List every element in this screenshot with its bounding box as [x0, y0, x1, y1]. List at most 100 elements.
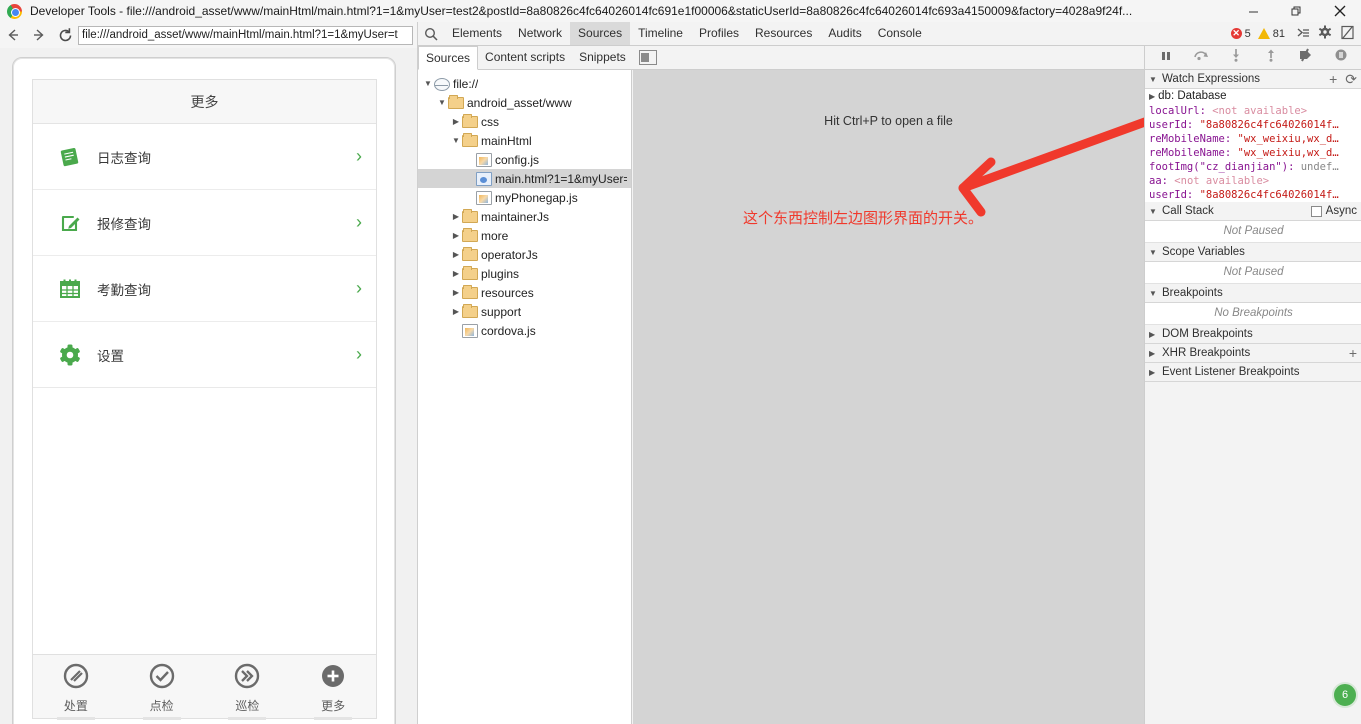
tree-row[interactable]: cordova.js	[418, 321, 631, 340]
chevron-right-icon[interactable]: ▶	[450, 302, 462, 321]
chevron-right-icon[interactable]: ▶	[450, 264, 462, 283]
watch-expression-row[interactable]: localUrl: <not available>	[1145, 104, 1361, 118]
chevron-right-icon: ▶	[1149, 348, 1156, 358]
list-item-log-query[interactable]: 日志查询 ›	[33, 124, 376, 190]
console-drawer-icon[interactable]	[1292, 26, 1314, 42]
tree-row[interactable]: myPhonegap.js	[418, 188, 631, 207]
minimize-button[interactable]	[1232, 0, 1275, 22]
tree-row[interactable]: ▼ file://	[418, 74, 631, 93]
tab-timeline[interactable]: Timeline	[630, 22, 691, 45]
tree-row[interactable]: config.js	[418, 150, 631, 169]
gear-icon[interactable]	[1314, 25, 1336, 42]
step-out-button[interactable]	[1261, 48, 1281, 67]
watch-expression-name: footImg("cz_dianjian"):	[1149, 161, 1301, 173]
phone-content-empty-area	[33, 388, 376, 654]
refresh-watch-expressions-button[interactable]: ⟳	[1345, 72, 1357, 86]
chevron-right-icon[interactable]: ▶	[450, 283, 462, 302]
add-watch-expression-button[interactable]: +	[1329, 72, 1337, 86]
tree-node-label: android_asset/www	[467, 95, 572, 110]
chevron-right-icon[interactable]: ▶	[450, 245, 462, 264]
tree-row[interactable]: ▶ more	[418, 226, 631, 245]
watch-expression-row[interactable]: footImg("cz_dianjian"): undef…	[1145, 160, 1361, 174]
async-checkbox[interactable]	[1310, 205, 1322, 217]
sources-tab-sources[interactable]: Sources	[418, 45, 479, 70]
tab-console[interactable]: Console	[870, 22, 930, 45]
window-controls	[1232, 0, 1361, 22]
tree-row[interactable]: ▶ css	[418, 112, 631, 131]
pause-resume-button[interactable]	[1156, 49, 1176, 67]
tab-sources[interactable]: Sources	[570, 22, 631, 45]
section-header-dom-breakpoints[interactable]: ▶ DOM Breakpoints	[1145, 325, 1361, 344]
sources-tab-snippets[interactable]: Snippets	[572, 46, 633, 69]
error-badge[interactable]: ✕ 5	[1230, 28, 1251, 40]
tab-resources[interactable]: Resources	[747, 22, 820, 45]
section-header-scope-variables[interactable]: ▼ Scope Variables	[1145, 243, 1361, 262]
back-button[interactable]	[0, 22, 26, 48]
list-item-attendance-query[interactable]: 考勤查询 ›	[33, 256, 376, 322]
section-title: Watch Expressions	[1162, 73, 1260, 85]
search-icon[interactable]	[418, 27, 444, 41]
tree-row[interactable]: ▶ support	[418, 302, 631, 321]
chevron-down-icon[interactable]: ▼	[450, 131, 462, 150]
reload-button[interactable]	[52, 22, 78, 48]
add-xhr-breakpoint-button[interactable]: +	[1349, 346, 1357, 360]
tab-patrol[interactable]: 巡检	[205, 661, 291, 720]
tab-audits[interactable]: Audits	[820, 22, 869, 45]
list-item-settings[interactable]: 设置 ›	[33, 322, 376, 388]
list-item-label: 日志查询	[97, 150, 151, 166]
chevron-down-icon[interactable]: ▼	[436, 93, 448, 112]
watch-expression-row[interactable]: aa: <not available>	[1145, 174, 1361, 188]
tree-row[interactable]: ▶ maintainerJs	[418, 207, 631, 226]
editor-area[interactable]: Hit Ctrl+P to open a file 这个东西控制左边图形界面的开…	[633, 70, 1144, 724]
list-item-repair-query[interactable]: 报修查询 ›	[33, 190, 376, 256]
hide-navigator-button[interactable]	[638, 50, 657, 65]
step-into-button[interactable]	[1226, 48, 1246, 67]
tab-profiles[interactable]: Profiles	[691, 22, 747, 45]
tab-inspection[interactable]: 点检	[119, 661, 205, 720]
chevron-right-icon[interactable]: ▶	[1149, 92, 1155, 101]
watch-expression-row[interactable]: reMobileName: "wx_weixiu,wx_d…	[1145, 132, 1361, 146]
tab-disposal[interactable]: 处置	[33, 661, 119, 720]
forward-button[interactable]	[26, 22, 52, 48]
address-bar-input[interactable]: file:///android_asset/www/mainHtml/main.…	[78, 25, 413, 45]
folder-icon	[462, 285, 478, 299]
file-navigator[interactable]: ▼ file:// ▼ android_asset/www ▶ css ▼ mainHtml c…	[418, 70, 632, 724]
tree-row[interactable]: ▼ android_asset/www	[418, 93, 631, 112]
tree-node-label: file://	[453, 76, 479, 91]
section-header-breakpoints[interactable]: ▼ Breakpoints	[1145, 284, 1361, 303]
sources-tab-content-scripts[interactable]: Content scripts	[478, 46, 572, 69]
status-badge[interactable]: 6	[1332, 682, 1358, 708]
chevron-down-icon[interactable]: ▼	[422, 74, 434, 93]
tree-row[interactable]: ▼ mainHtml	[418, 131, 631, 150]
tree-row[interactable]: main.html?1=1&myUser=te	[418, 169, 631, 188]
chevron-right-icon: ›	[356, 212, 362, 232]
watch-expression-row[interactable]: ▶ db: Database	[1145, 89, 1361, 104]
chevron-right-icon[interactable]: ▶	[450, 226, 462, 245]
tab-more[interactable]: 更多	[290, 661, 376, 720]
section-header-watch-expressions[interactable]: ▼ Watch Expressions + ⟳	[1145, 70, 1361, 89]
tree-row[interactable]: ▶ resources	[418, 283, 631, 302]
maximize-button[interactable]	[1275, 0, 1318, 22]
chevron-right-icon[interactable]: ▶	[450, 207, 462, 226]
watch-expression-row[interactable]: reMobileName: "wx_weixiu,wx_d…	[1145, 146, 1361, 160]
step-over-button[interactable]	[1191, 48, 1211, 67]
section-header-call-stack[interactable]: ▼ Call Stack Async	[1145, 202, 1361, 221]
tab-elements[interactable]: Elements	[444, 22, 510, 45]
close-button[interactable]	[1318, 0, 1361, 22]
watch-expression-row[interactable]: userId: "8a80826c4fc64026014f…	[1145, 118, 1361, 132]
phone-tab-bar: 处置 点检 巡检 更多	[33, 654, 376, 720]
pause-on-exceptions-button[interactable]	[1331, 48, 1351, 67]
chevron-right-icon[interactable]: ▶	[450, 112, 462, 131]
section-header-xhr-breakpoints[interactable]: ▶ XHR Breakpoints +	[1145, 344, 1361, 363]
watch-expression-name: reMobileName:	[1149, 133, 1238, 145]
no-entry-icon[interactable]	[1336, 25, 1358, 43]
tab-indicator	[314, 717, 353, 720]
tab-network[interactable]: Network	[510, 22, 570, 45]
tree-row[interactable]: ▶ plugins	[418, 264, 631, 283]
watch-expression-row[interactable]: userId: "8a80826c4fc64026014f…	[1145, 188, 1361, 202]
section-header-event-listener-breakpoints[interactable]: ▶ Event Listener Breakpoints	[1145, 363, 1361, 382]
tab-indicator	[56, 717, 95, 720]
warning-badge[interactable]: 81	[1257, 28, 1285, 40]
deactivate-breakpoints-button[interactable]	[1296, 48, 1316, 67]
tree-row[interactable]: ▶ operatorJs	[418, 245, 631, 264]
